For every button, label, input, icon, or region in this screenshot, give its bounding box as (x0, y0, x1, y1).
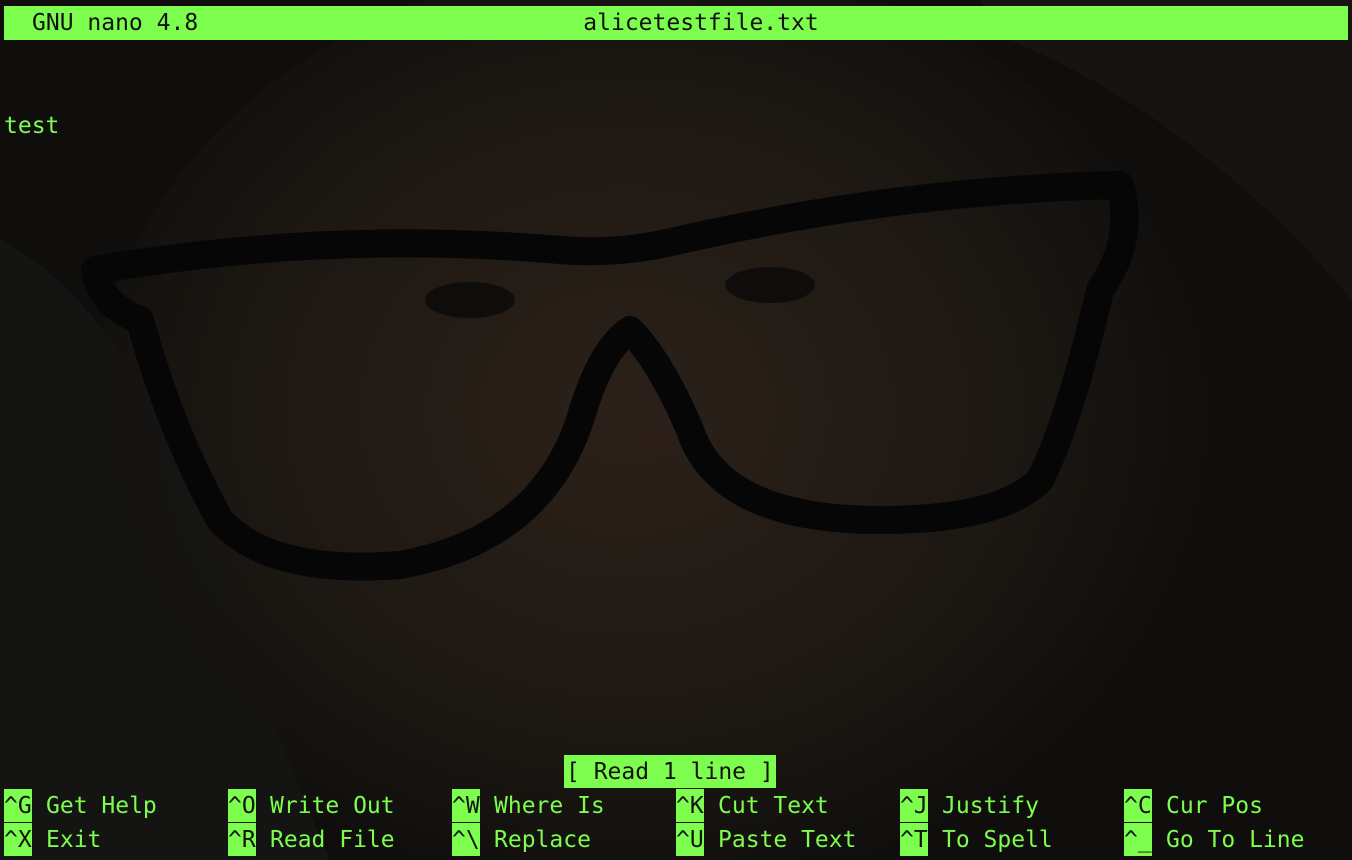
shortcut-where-is[interactable]: ^W Where Is (452, 789, 605, 823)
shortcut-key: ^X (4, 823, 32, 856)
shortcut-go-to-line[interactable]: ^_ Go To Line (1124, 823, 1304, 857)
shortcut-exit[interactable]: ^X Exit (4, 823, 101, 857)
text-buffer[interactable]: test (4, 41, 59, 211)
terminal-window[interactable]: GNU nano 4.8 alicetestfile.txt test [ Re… (0, 0, 1352, 860)
shortcut-read-file[interactable]: ^R Read File (228, 823, 395, 857)
shortcut-cut-text[interactable]: ^K Cut Text (676, 789, 829, 823)
shortcut-key: ^W (452, 789, 480, 822)
shortcut-label: Read File (270, 827, 395, 853)
shortcut-key: ^T (900, 823, 928, 856)
shortcut-key: ^U (676, 823, 704, 856)
shortcut-label: Cut Text (718, 793, 829, 819)
shortcut-label: Where Is (494, 793, 605, 819)
shortcut-key: ^R (228, 823, 256, 856)
buffer-line[interactable]: test (4, 109, 59, 143)
shortcut-cur-pos[interactable]: ^C Cur Pos (1124, 789, 1263, 823)
shortcut-key: ^_ (1124, 823, 1152, 856)
shortcut-label: Replace (494, 827, 591, 853)
shortcut-key: ^C (1124, 789, 1152, 822)
file-name: alicetestfile.txt (583, 10, 819, 36)
shortcut-key: ^\ (452, 823, 480, 856)
shortcut-label: To Spell (942, 827, 1053, 853)
shortcut-paste-text[interactable]: ^U Paste Text (676, 823, 856, 857)
shortcut-label: Cur Pos (1166, 793, 1263, 819)
cat-wallpaper-image (0, 0, 1352, 860)
shortcut-label: Paste Text (718, 827, 857, 853)
shortcut-replace[interactable]: ^\ Replace (452, 823, 591, 857)
shortcut-get-help[interactable]: ^G Get Help (4, 789, 157, 823)
shortcut-justify[interactable]: ^J Justify (900, 789, 1039, 823)
shortcut-label: Exit (46, 827, 102, 853)
shortcut-to-spell[interactable]: ^T To Spell (900, 823, 1053, 857)
title-bar: GNU nano 4.8 alicetestfile.txt (4, 6, 1348, 40)
shortcut-label: Write Out (270, 793, 395, 819)
shortcut-label: Get Help (46, 793, 157, 819)
shortcut-write-out[interactable]: ^O Write Out (228, 789, 395, 823)
shortcut-label: Go To Line (1166, 827, 1305, 853)
status-message: [ Read 1 line ] (564, 755, 776, 788)
shortcut-label: Justify (942, 793, 1039, 819)
shortcut-key: ^O (228, 789, 256, 822)
shortcut-key: ^K (676, 789, 704, 822)
shortcut-key: ^J (900, 789, 928, 822)
shortcut-key: ^G (4, 789, 32, 822)
